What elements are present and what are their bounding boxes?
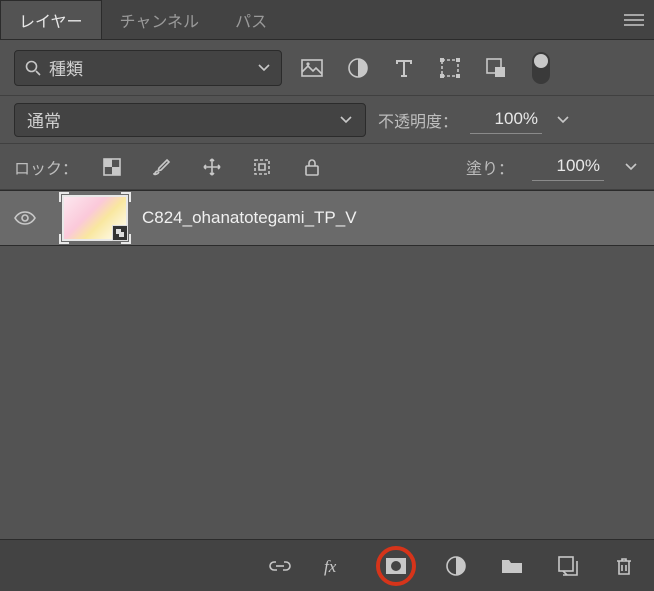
layer-style-button[interactable]: fx <box>320 550 352 582</box>
lock-label: ロック： <box>14 155 78 179</box>
smart-object-badge <box>112 225 128 241</box>
opacity-label: 不透明度： <box>378 108 458 132</box>
new-adjustment-layer-button[interactable] <box>440 550 472 582</box>
folder-icon <box>501 557 523 575</box>
opacity-value: 100% <box>495 109 538 129</box>
filter-type-select[interactable]: 種類 <box>14 50 282 86</box>
filter-smart-objects[interactable] <box>480 52 512 84</box>
lock-artboard-nesting[interactable] <box>246 151 278 183</box>
add-mask-button[interactable] <box>376 546 416 586</box>
filter-shape-layers[interactable] <box>434 52 466 84</box>
blend-opacity-row: 通常 不透明度： 100% <box>0 96 654 144</box>
adjustment-icon <box>348 58 368 78</box>
fill-flyout[interactable] <box>622 162 640 172</box>
opacity-flyout[interactable] <box>554 115 572 125</box>
blend-mode-select[interactable]: 通常 <box>14 103 366 137</box>
chevron-down-icon <box>339 115 353 125</box>
shape-icon <box>440 58 460 78</box>
tab-layers[interactable]: レイヤー <box>0 0 102 39</box>
tab-channels[interactable]: チャンネル <box>102 0 218 39</box>
layer-actions-bar: fx <box>0 539 654 591</box>
artboard-icon <box>252 157 272 177</box>
blend-mode-value: 通常 <box>27 107 61 132</box>
fx-icon: fx <box>324 556 348 576</box>
move-icon <box>202 157 222 177</box>
adjustment-icon <box>446 556 466 576</box>
checker-icon <box>103 158 121 176</box>
fill-label: 塗り： <box>466 155 514 179</box>
search-icon <box>25 60 41 76</box>
fill-value: 100% <box>557 156 600 176</box>
mask-icon <box>385 557 407 575</box>
lock-image-pixels[interactable] <box>146 151 178 183</box>
image-icon <box>301 59 323 77</box>
layer-item[interactable]: C824_ohanatotegami_TP_V <box>0 190 654 246</box>
opacity-input[interactable]: 100% <box>470 106 542 134</box>
new-layer-icon <box>558 556 578 576</box>
lock-all[interactable] <box>296 151 328 183</box>
lock-icon <box>304 158 320 176</box>
filter-toggle[interactable] <box>532 52 550 84</box>
filter-adjustment-layers[interactable] <box>342 52 374 84</box>
link-layers-button[interactable] <box>264 550 296 582</box>
trash-icon <box>615 556 633 576</box>
fill-input[interactable]: 100% <box>532 153 604 181</box>
panel-tabs: レイヤー チャンネル パス <box>0 0 654 40</box>
lock-position[interactable] <box>196 151 228 183</box>
panel-menu-button[interactable] <box>614 0 654 40</box>
link-icon <box>269 559 291 573</box>
eye-icon <box>14 210 36 226</box>
hamburger-icon <box>623 13 645 27</box>
new-group-button[interactable] <box>496 550 528 582</box>
visibility-toggle[interactable] <box>14 210 36 226</box>
layer-filter-row: 種類 <box>0 40 654 96</box>
layer-thumbnail[interactable] <box>62 195 128 241</box>
layers-list: C824_ohanatotegami_TP_V <box>0 190 654 539</box>
brush-icon <box>153 158 171 176</box>
svg-text:fx: fx <box>324 557 337 576</box>
lock-transparent-pixels[interactable] <box>96 151 128 183</box>
filter-type-label: 種類 <box>49 55 83 80</box>
smart-object-icon <box>486 58 506 78</box>
lock-fill-row: ロック： 塗り： 100% <box>0 144 654 190</box>
tab-paths[interactable]: パス <box>217 0 285 39</box>
new-layer-button[interactable] <box>552 550 584 582</box>
layer-name[interactable]: C824_ohanatotegami_TP_V <box>142 208 357 228</box>
type-icon <box>395 59 413 77</box>
delete-layer-button[interactable] <box>608 550 640 582</box>
chevron-down-icon <box>257 63 271 73</box>
filter-type-layers[interactable] <box>388 52 420 84</box>
filter-pixel-layers[interactable] <box>296 52 328 84</box>
